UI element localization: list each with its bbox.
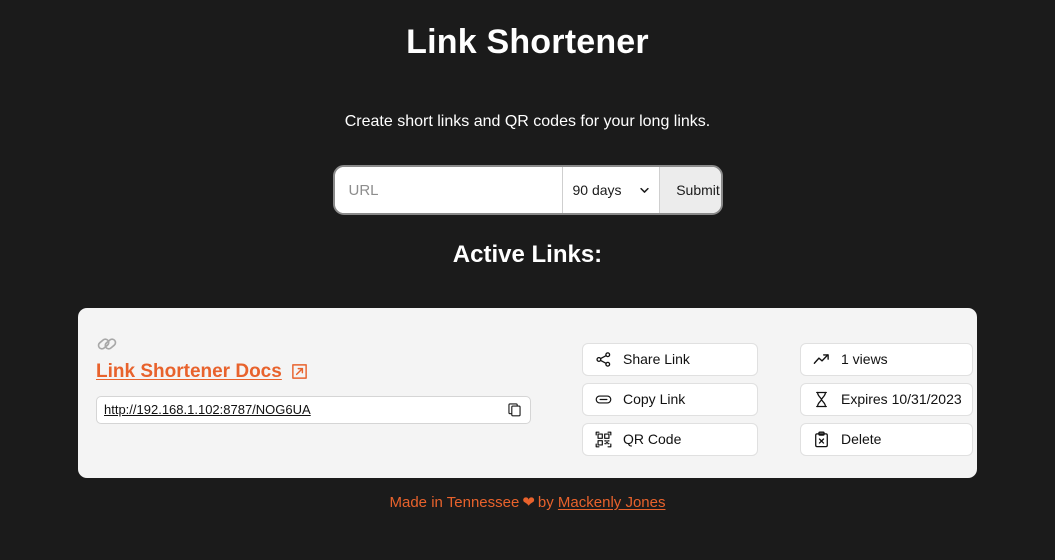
- page-title: Link Shortener: [406, 23, 649, 61]
- short-url-field: http://192.168.1.102:8787/NOG6UA: [96, 395, 531, 424]
- clipboard-x-icon: [815, 431, 828, 448]
- url-input[interactable]: [334, 167, 563, 213]
- link-icon: [595, 395, 612, 404]
- heart-icon: ❤: [522, 494, 535, 511]
- copy-icon[interactable]: [507, 402, 522, 417]
- link-title-row: Link Shortener Docs: [96, 361, 566, 383]
- copy-link-button[interactable]: Copy Link: [582, 382, 758, 416]
- qr-code-button[interactable]: QR Code: [582, 422, 758, 456]
- submit-button[interactable]: Submit: [659, 167, 721, 213]
- hourglass-icon: [816, 391, 827, 408]
- delete-label: Delete: [841, 431, 882, 448]
- expiry-select-wrapper[interactable]: 90 days: [562, 167, 660, 213]
- link-actions-column: Share Link Copy Link QR Code: [582, 330, 758, 456]
- qr-code-icon: [595, 431, 612, 448]
- active-links-heading: Active Links:: [452, 241, 603, 268]
- short-url-text[interactable]: http://192.168.1.102:8787/NOG6UA: [104, 402, 501, 417]
- link-title[interactable]: Link Shortener Docs: [96, 361, 282, 383]
- share-link-button[interactable]: Share Link: [582, 342, 758, 376]
- chain-link-icon: [97, 338, 117, 350]
- link-stats-column: 1 views Expires 10/31/2023 Delete: [800, 330, 973, 456]
- views-button[interactable]: 1 views: [800, 342, 973, 376]
- footer: Made in Tennessee ❤ by Mackenly Jones: [0, 493, 1055, 511]
- share-icon: [596, 352, 611, 367]
- trending-up-icon: [813, 354, 829, 364]
- footer-by: by: [537, 494, 554, 511]
- page-root: Link Shortener Create short links and QR…: [0, 0, 1055, 560]
- expires-label: Expires 10/31/2023: [841, 391, 962, 408]
- delete-button[interactable]: Delete: [800, 422, 973, 456]
- qr-code-label: QR Code: [623, 431, 682, 448]
- expires-button[interactable]: Expires 10/31/2023: [800, 382, 973, 416]
- link-card: Link Shortener Docs http://192.168.1.102…: [78, 307, 977, 478]
- page-subtitle: Create short links and QR codes for your…: [344, 113, 711, 130]
- author-link[interactable]: Mackenly Jones: [558, 494, 666, 511]
- shorten-form: 90 days Submit: [332, 165, 723, 215]
- copy-link-label: Copy Link: [623, 391, 686, 408]
- external-link-icon[interactable]: [291, 363, 308, 380]
- footer-prefix: Made in Tennessee: [389, 494, 520, 511]
- expiry-select[interactable]: 90 days: [562, 167, 659, 213]
- share-link-label: Share Link: [623, 351, 690, 368]
- link-card-main: Link Shortener Docs http://192.168.1.102…: [96, 330, 566, 424]
- views-label: 1 views: [841, 351, 888, 368]
